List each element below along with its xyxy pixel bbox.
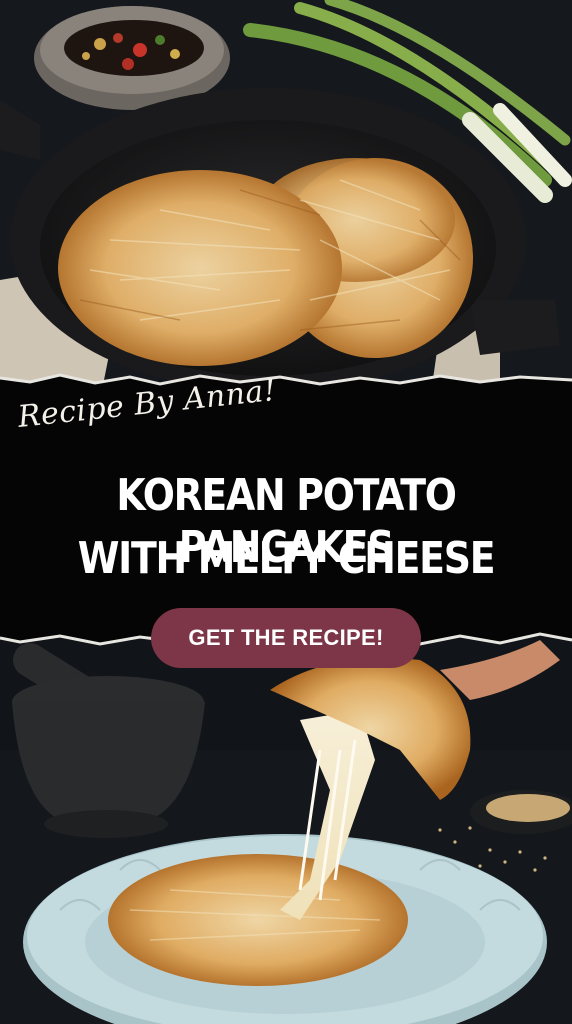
get-recipe-button[interactable]: GET THE RECIPE!: [151, 608, 421, 668]
pancake-on-plate: [108, 854, 408, 986]
cheese-pull-photo: [0, 630, 572, 1024]
pin-graphic: Recipe By Anna! KOREAN POTATO PANCAKES W…: [0, 0, 572, 1024]
potato-pancakes: [58, 158, 473, 366]
skillet-photo: [0, 0, 572, 400]
recipe-title-line-2: WITH MELTY CHEESE: [77, 533, 496, 584]
